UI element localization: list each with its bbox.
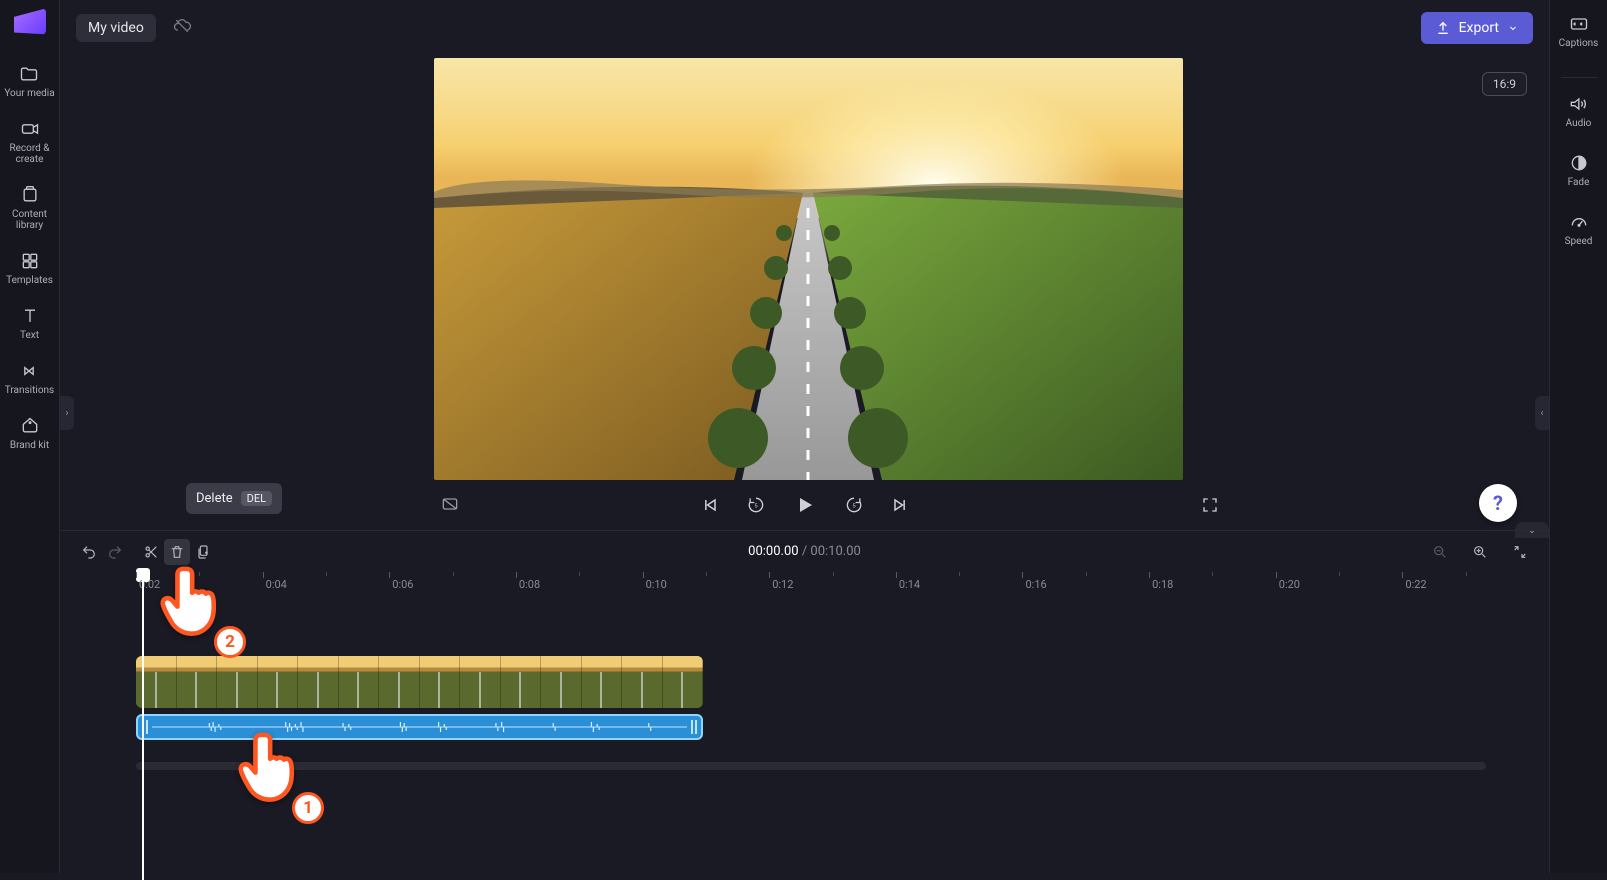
- sidebar-item-content-library[interactable]: Content library: [0, 185, 59, 231]
- playhead-line: [142, 580, 144, 880]
- speedometer-icon: [1569, 212, 1589, 232]
- panel-item-label: Speed: [1565, 236, 1593, 247]
- captions-icon: [1569, 14, 1589, 34]
- ruler-mark-label: 0:14: [899, 578, 920, 591]
- sidebar-item-your-media[interactable]: Your media: [4, 64, 54, 99]
- chevron-down-icon: [1507, 22, 1519, 34]
- sidebar-item-label: Brand kit: [10, 440, 49, 451]
- sidebar-item-transitions[interactable]: Transitions: [5, 361, 54, 396]
- upload-icon: [1435, 20, 1451, 36]
- help-button[interactable]: ?: [1479, 484, 1517, 522]
- svg-text:5: 5: [754, 504, 758, 510]
- preview-image: [434, 58, 1183, 480]
- ruler-mark-label: 0:10: [646, 578, 667, 591]
- sidebar-item-label: Templates: [6, 275, 53, 286]
- export-label: Export: [1459, 20, 1499, 36]
- speaker-icon: [1568, 94, 1588, 114]
- duration: 00:10.00: [810, 544, 860, 559]
- fade-icon: [1569, 153, 1589, 173]
- tooltip-shortcut: DEL: [241, 491, 272, 506]
- audio-clip[interactable]: [136, 714, 703, 740]
- ruler-mark-label: 0:18: [1152, 578, 1173, 591]
- app-logo[interactable]: [14, 8, 46, 37]
- text-icon: [20, 306, 40, 326]
- templates-icon: [20, 251, 40, 271]
- ruler-mark-label: 0:22: [1405, 578, 1426, 591]
- sidebar-item-label: Content library: [0, 209, 59, 231]
- delete-button[interactable]: [164, 539, 190, 565]
- panel-item-audio[interactable]: Audio: [1566, 94, 1592, 129]
- aspect-ratio-badge[interactable]: 16:9: [1482, 72, 1527, 96]
- ruler-mark-label: 0:04: [266, 578, 287, 591]
- ruler-mark-label: 0:20: [1279, 578, 1300, 591]
- skip-forward-button[interactable]: [889, 494, 911, 516]
- sidebar-item-brand-kit[interactable]: Brand kit: [10, 416, 49, 451]
- panel-item-captions[interactable]: Captions: [1559, 14, 1599, 49]
- camera-icon: [20, 119, 40, 139]
- ruler-mark-label: 0:16: [1025, 578, 1046, 591]
- timecode: 00:00.00 / 00:10.00: [748, 544, 861, 559]
- forward-5-button[interactable]: 5: [843, 494, 865, 516]
- library-icon: [20, 185, 40, 205]
- export-button[interactable]: Export: [1421, 12, 1533, 44]
- timeline-ruler[interactable]: 0 0:020:040:060:080:100:120:140:160:180:…: [76, 572, 1549, 600]
- ruler-mark-label: 0:08: [519, 578, 540, 591]
- panel-item-label: Audio: [1566, 118, 1592, 129]
- fullscreen-button[interactable]: [1201, 496, 1219, 518]
- sidebar-item-label: Your media: [4, 88, 54, 99]
- sidebar-item-text[interactable]: Text: [20, 306, 40, 341]
- transitions-icon: [19, 361, 39, 381]
- ruler-mark-label: 0:06: [392, 578, 413, 591]
- play-button[interactable]: [791, 491, 819, 519]
- panel-item-label: Fade: [1568, 177, 1590, 188]
- current-time: 00:00.00: [748, 544, 798, 559]
- audio-trim-right[interactable]: [691, 720, 697, 734]
- rewind-5-button[interactable]: 5: [745, 494, 767, 516]
- panel-item-fade[interactable]: Fade: [1568, 153, 1590, 188]
- skip-back-button[interactable]: [699, 494, 721, 516]
- ruler-mark-label: 0:12: [772, 578, 793, 591]
- sidebar-item-record-create[interactable]: Record & create: [0, 119, 59, 165]
- duplicate-button[interactable]: [190, 539, 216, 565]
- svg-text:5: 5: [852, 504, 856, 510]
- zoom-in-button[interactable]: [1467, 539, 1493, 565]
- folder-icon: [19, 64, 39, 84]
- tag-icon: [20, 416, 40, 436]
- video-clip[interactable]: [136, 656, 703, 708]
- right-panel-expand[interactable]: ‹: [1535, 396, 1549, 430]
- sidebar-item-templates[interactable]: Templates: [6, 251, 53, 286]
- panel-item-label: Captions: [1559, 38, 1599, 49]
- fit-timeline-button[interactable]: [1507, 539, 1533, 565]
- waveform: [152, 721, 687, 733]
- tooltip-label: Delete: [196, 491, 233, 506]
- sidebar-item-label: Text: [20, 330, 39, 341]
- timeline-scrollbar[interactable]: [136, 762, 1486, 770]
- sidebar-divider: [1561, 77, 1597, 78]
- video-preview[interactable]: [434, 58, 1183, 480]
- delete-tooltip: Delete DEL: [186, 483, 282, 514]
- sidebar-item-label: Record & create: [0, 143, 59, 165]
- project-title[interactable]: My video: [76, 14, 156, 42]
- sidebar-item-label: Transitions: [5, 385, 54, 396]
- redo-button[interactable]: [102, 539, 128, 565]
- cloud-sync-icon[interactable]: [172, 16, 192, 40]
- split-button[interactable]: [138, 539, 164, 565]
- zoom-out-button[interactable]: [1427, 539, 1453, 565]
- undo-button[interactable]: [76, 539, 102, 565]
- panel-item-speed[interactable]: Speed: [1565, 212, 1593, 247]
